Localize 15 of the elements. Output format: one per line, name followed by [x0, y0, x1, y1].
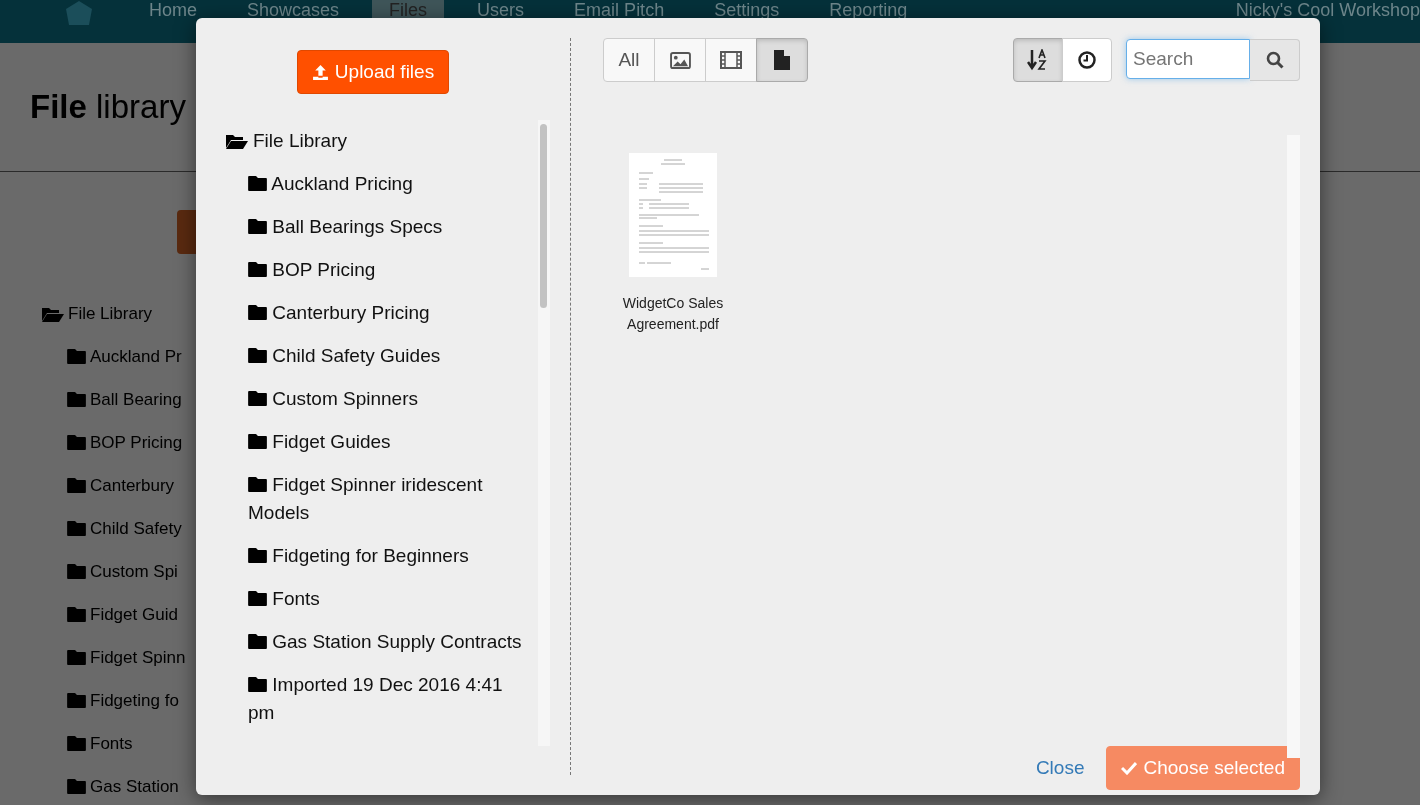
folder-label: File Library [253, 129, 347, 153]
folder-label: BOP Pricing [90, 432, 183, 453]
folder-label: Canterbury [90, 475, 175, 496]
page-title: File library [30, 88, 186, 126]
folder-label: Fidgeting fo [90, 690, 179, 711]
folder-label: Child Safety [90, 518, 182, 539]
folder-label: Fidget Spinn [90, 647, 186, 668]
folder-label: Ball Bearing [90, 389, 182, 410]
folder-label: Fonts [90, 733, 133, 754]
folder-label: Fidget Guid [90, 604, 178, 625]
folder-label: Gas Station [90, 776, 179, 797]
file-name: WidgetCo Sales Agreement.pdf [621, 294, 725, 334]
folder-label: Auckland Pr [90, 346, 182, 367]
folder-label: Custom Spi [90, 561, 178, 582]
folder-label: File Library [68, 303, 153, 324]
